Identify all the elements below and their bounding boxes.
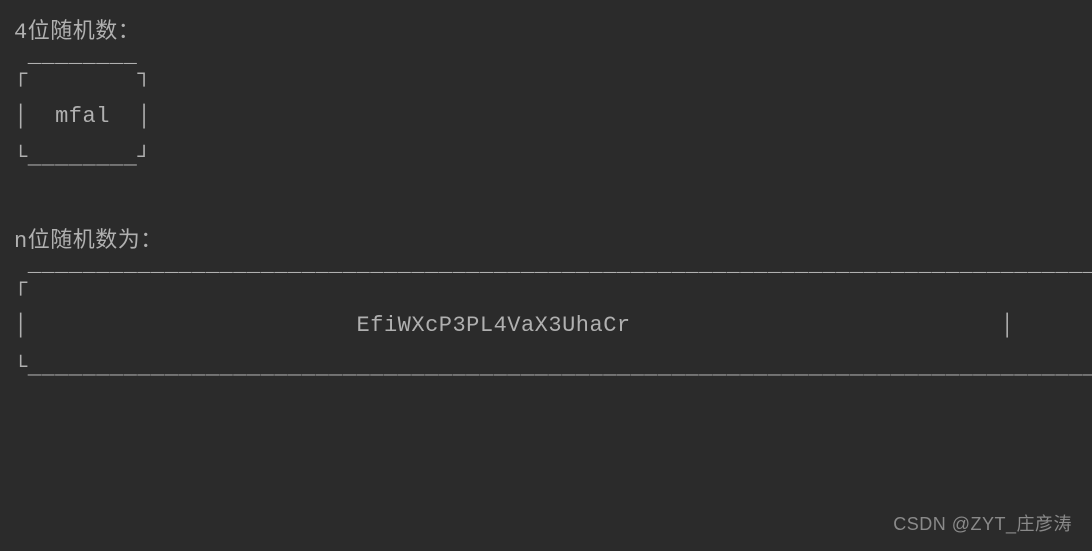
section1-title: 4位随机数： xyxy=(14,12,1078,54)
section1-box-top: ┌‾‾‾‾‾‾‾‾┐ xyxy=(14,54,1078,96)
section2-box-value: │ EfiWXcP3PL4VaX3UhaCr │ xyxy=(14,305,1078,347)
section-spacer xyxy=(14,179,1078,221)
section2-box-top: ┌‾‾‾‾‾‾‾‾‾‾‾‾‾‾‾‾‾‾‾‾‾‾‾‾‾‾‾‾‾‾‾‾‾‾‾‾‾‾‾… xyxy=(14,263,1078,305)
watermark-text: CSDN @ZYT_庄彦涛 xyxy=(893,507,1072,541)
section2-title: n位随机数为： xyxy=(14,221,1078,263)
section1-box-bottom: └________┘ xyxy=(14,137,1078,179)
section1-box-value: │ mfal │ xyxy=(14,96,1078,138)
section2-box-bottom: └_______________________________________… xyxy=(14,347,1078,389)
